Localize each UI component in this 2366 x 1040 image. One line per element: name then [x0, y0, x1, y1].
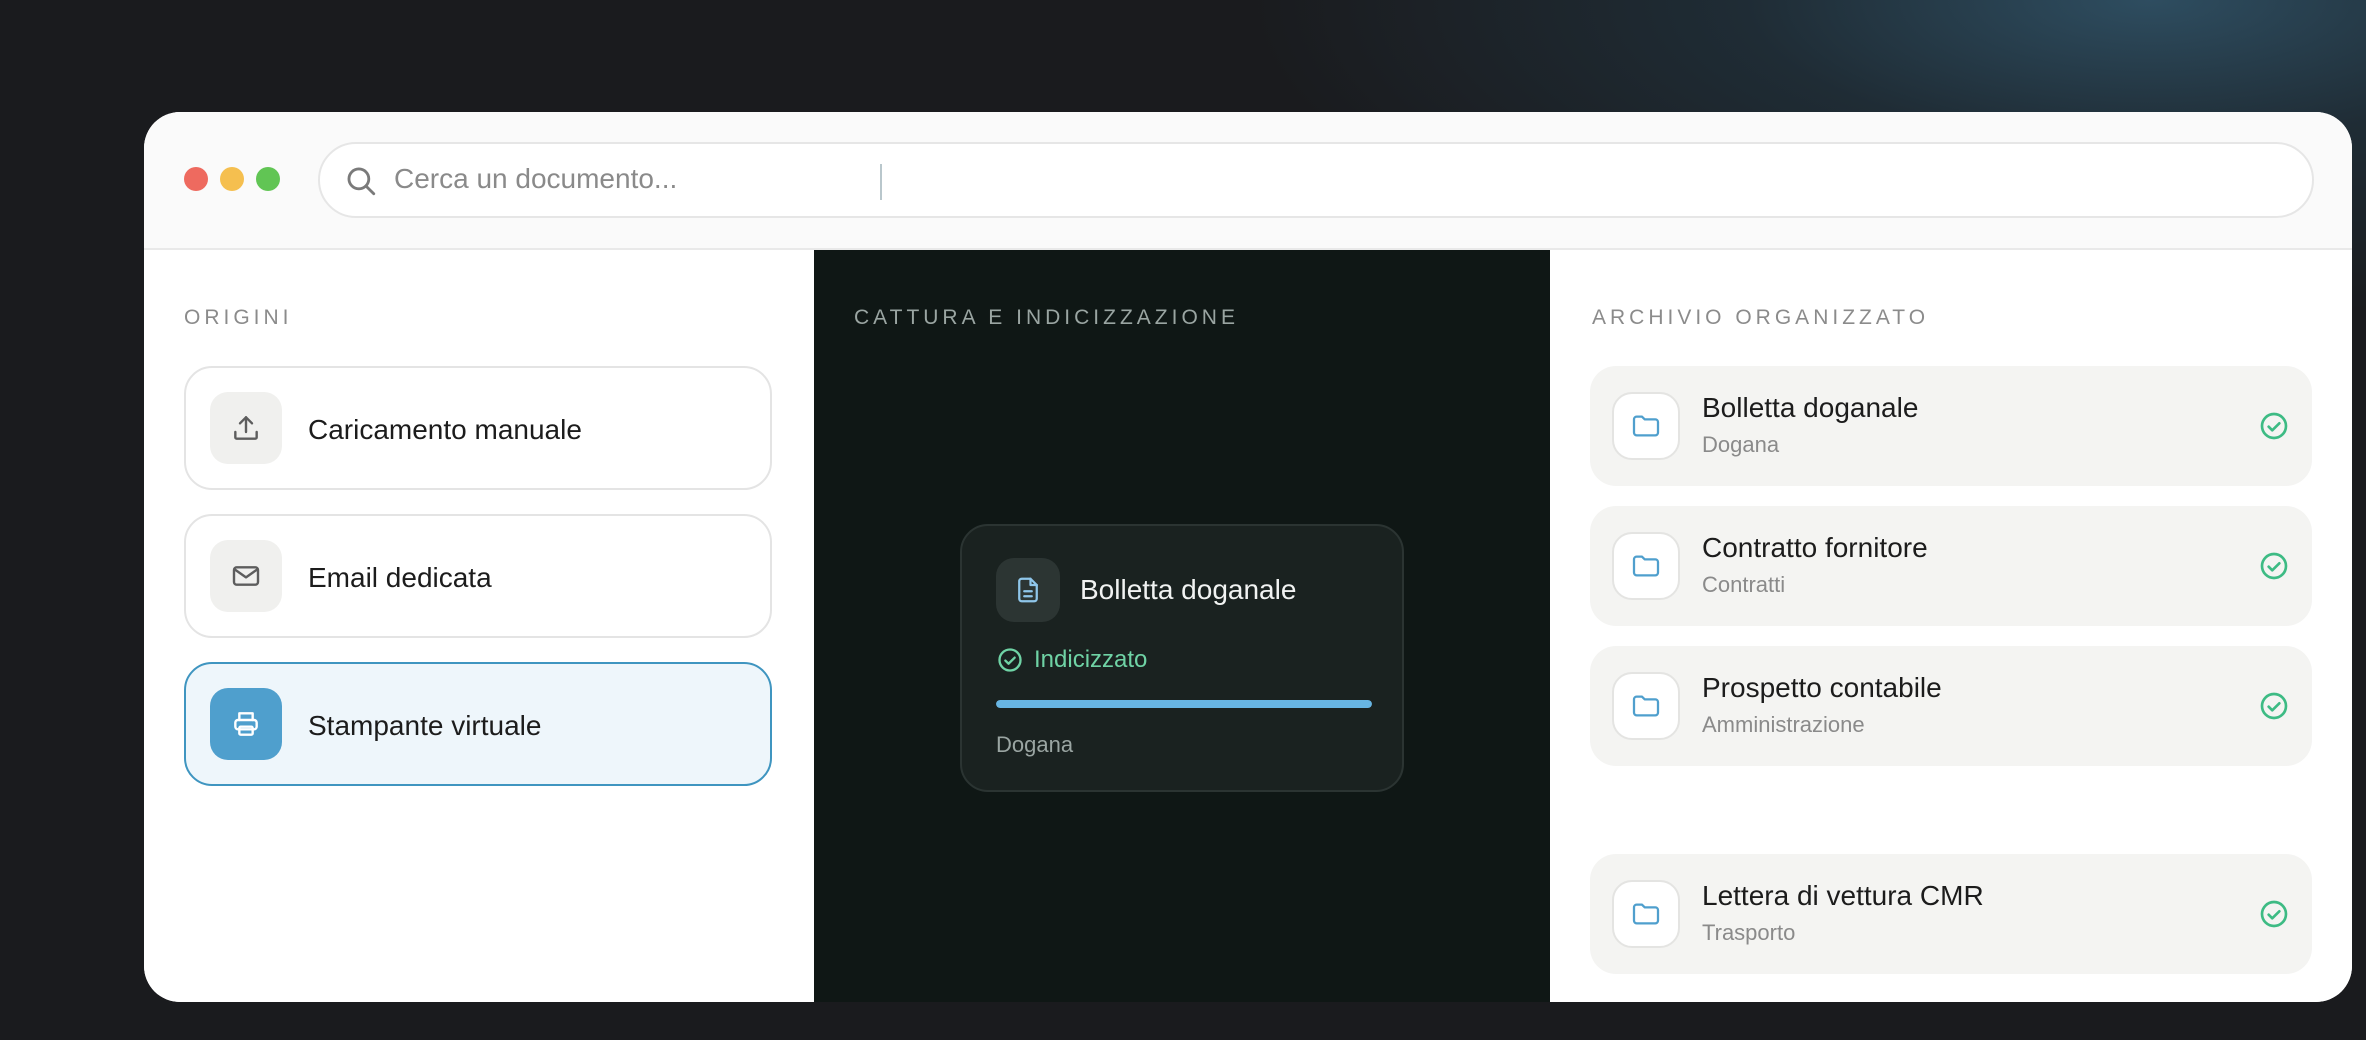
archive-item-title: Contratto fornitore [1702, 532, 1928, 563]
text-caret [880, 164, 882, 200]
mail-icon [210, 540, 282, 612]
archive-item[interactable]: Prospetto contabile Amministrazione [1590, 646, 2312, 766]
document-icon [996, 558, 1060, 622]
check-circle-icon [2260, 412, 2288, 440]
archive-item[interactable]: Contratto fornitore Contratti [1590, 506, 2312, 626]
source-label: Stampante virtuale [308, 710, 542, 741]
search-icon [347, 167, 376, 196]
capture-label: CATTURA E INDICIZZAZIONE [854, 306, 1239, 329]
index-progress-bar [996, 700, 1372, 708]
document-card[interactable]: Bolletta doganale Indicizzato Dogana [960, 524, 1404, 792]
origins-panel: ORIGINI Caricamento manuale Email dedica… [144, 250, 814, 1002]
title-bar: Cerca un documento... [144, 112, 2352, 250]
check-circle-icon [2260, 900, 2288, 928]
archive-item-category: Dogana [1702, 432, 1780, 457]
folder-icon [1612, 392, 1680, 460]
archive-item[interactable]: Bolletta doganale Dogana [1590, 366, 2312, 486]
origins-label: ORIGINI [184, 306, 293, 329]
check-circle-icon [2260, 552, 2288, 580]
source-virtual-printer[interactable]: Stampante virtuale [184, 662, 772, 786]
check-circle-icon [2260, 692, 2288, 720]
source-label: Caricamento manuale [308, 414, 582, 445]
app-window: Cerca un documento... ORIGINI Caricament… [144, 112, 2352, 1002]
archive-item-title: Prospetto contabile [1702, 672, 1942, 703]
document-title: Bolletta doganale [1080, 574, 1297, 605]
capture-panel: CATTURA E INDICIZZAZIONE Bolletta dogana… [814, 250, 1550, 1002]
source-dedicated-email[interactable]: Email dedicata [184, 514, 772, 638]
printer-icon [210, 688, 282, 760]
maximize-window-button[interactable] [256, 167, 280, 191]
folder-icon [1612, 880, 1680, 948]
minimize-window-button[interactable] [220, 167, 244, 191]
status-text: Indicizzato [1034, 646, 1148, 673]
archive-item-category: Contratti [1702, 572, 1786, 597]
check-circle-icon [998, 648, 1022, 672]
folder-icon [1612, 672, 1680, 740]
search-placeholder: Cerca un documento... [394, 163, 678, 194]
source-label: Email dedicata [308, 562, 492, 593]
archive-item-category: Amministrazione [1702, 712, 1865, 737]
source-manual-upload[interactable]: Caricamento manuale [184, 366, 772, 490]
search-input[interactable]: Cerca un documento... [318, 142, 2314, 218]
archive-item-title: Lettera di vettura CMR [1702, 880, 1984, 911]
archive-label: ARCHIVIO ORGANIZZATO [1592, 306, 1930, 329]
folder-icon [1612, 532, 1680, 600]
upload-icon [210, 392, 282, 464]
archive-item[interactable]: Lettera di vettura CMR Trasporto [1590, 854, 2312, 974]
document-category: Dogana [996, 732, 1074, 757]
archive-item-title: Bolletta doganale [1702, 392, 1919, 423]
index-status: Indicizzato [996, 646, 1147, 674]
close-window-button[interactable] [184, 167, 208, 191]
progress-fill [996, 700, 1372, 708]
archive-panel: ARCHIVIO ORGANIZZATO Bolletta doganale D… [1550, 250, 2352, 1002]
archive-item-category: Trasporto [1702, 920, 1796, 945]
